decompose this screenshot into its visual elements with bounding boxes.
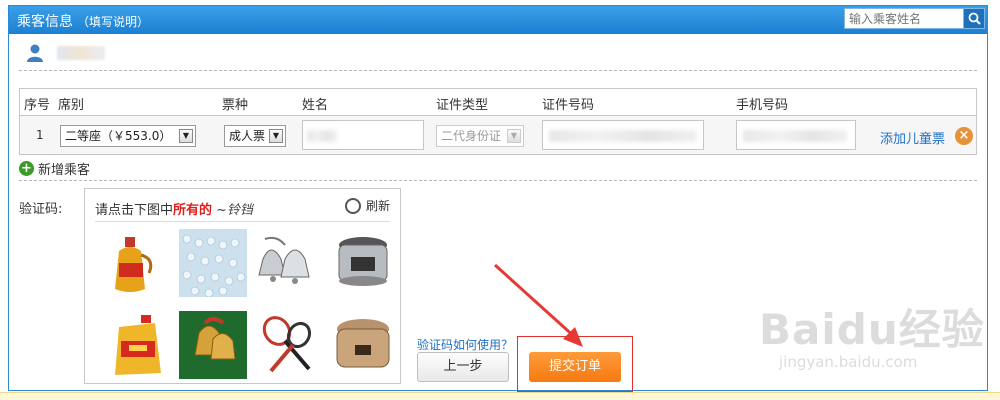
panel-header: 乘客信息 （填写说明）: [9, 6, 987, 34]
saved-passenger-name[interactable]: [57, 46, 105, 60]
passenger-search-input[interactable]: [844, 8, 964, 29]
captcha-tile-beads[interactable]: [179, 229, 247, 297]
id-number-input[interactable]: [542, 120, 704, 150]
ticket-type-value: 成人票: [229, 129, 266, 143]
name-input-value: [307, 130, 337, 142]
captcha-prompt-prefix: 请点击下图中: [95, 203, 174, 218]
plus-icon: +: [19, 161, 34, 176]
add-child-ticket-link[interactable]: 添加儿童票: [880, 128, 945, 147]
watermark-brand: Baidu经验: [759, 305, 985, 354]
captcha-tile-tennis-rackets[interactable]: [255, 311, 323, 379]
passenger-search: [844, 8, 985, 29]
chevron-down-icon: ▼: [507, 129, 521, 143]
passenger-info-panel: 乘客信息 （填写说明） 序号 席别 票种 姓名 证件类型 证件号码 手机号码 1 …: [8, 5, 988, 392]
passenger-table-header: 序号 席别 票种 姓名 证件类型 证件号码 手机号码: [19, 88, 977, 115]
saved-passenger-row: [25, 42, 105, 64]
captcha-box: 请点击下图中所有的 ~铃铛 刷新: [84, 188, 401, 384]
fill-instructions-link[interactable]: （填写说明）: [77, 15, 149, 29]
col-ticket-type: 票种: [222, 98, 249, 113]
search-button[interactable]: [964, 8, 985, 29]
captcha-tile-silver-bells[interactable]: [255, 229, 323, 297]
add-passenger-button[interactable]: + 新增乘客: [19, 159, 90, 178]
search-icon: [968, 12, 981, 25]
phone-value: [743, 130, 847, 142]
seat-select[interactable]: 二等座（￥553.0） ▼: [60, 125, 196, 147]
chevron-down-icon: ▼: [269, 129, 283, 143]
user-icon: [27, 44, 43, 62]
annotation-arrow: [493, 263, 583, 347]
col-phone: 手机号码: [736, 98, 789, 113]
chevron-down-icon: ▼: [179, 129, 193, 143]
col-id-number: 证件号码: [542, 98, 595, 113]
col-seat: 席别: [58, 98, 85, 113]
phone-input[interactable]: [736, 120, 856, 150]
submit-order-button[interactable]: 提交订单: [529, 352, 621, 382]
col-id-type: 证件类型: [436, 98, 489, 113]
divider: [19, 180, 977, 181]
baidu-watermark: Baidu经验 jingyan.baidu.com: [759, 296, 985, 371]
captcha-prompt-emphasis: 所有的: [173, 203, 213, 218]
captcha-divider: [95, 221, 390, 222]
captcha-label: 验证码:: [19, 202, 63, 217]
name-input[interactable]: [302, 120, 424, 150]
id-type-select[interactable]: 二代身份证 ▼: [436, 125, 524, 147]
row-index: 1: [36, 128, 44, 142]
add-passenger-label: 新增乘客: [38, 163, 91, 178]
captcha-tile-oil-bottle[interactable]: [105, 229, 173, 297]
col-index: 序号: [24, 98, 51, 113]
refresh-label: 刷新: [365, 199, 390, 213]
prev-step-button[interactable]: 上一步: [417, 352, 509, 382]
id-type-value: 二代身份证: [441, 129, 502, 143]
col-name: 姓名: [302, 98, 329, 113]
remove-passenger-icon[interactable]: ×: [955, 127, 973, 145]
divider: [19, 70, 977, 71]
captcha-tile-oil-jug[interactable]: [105, 311, 173, 379]
captcha-prompt: 请点击下图中所有的 ~铃铛: [95, 199, 253, 218]
captcha-target-word: ~铃铛: [216, 203, 253, 218]
panel-title: 乘客信息 （填写说明）: [17, 11, 149, 31]
panel-title-text: 乘客信息: [17, 14, 73, 30]
refresh-icon: [344, 197, 361, 214]
ticket-type-select[interactable]: 成人票 ▼: [224, 125, 286, 147]
seat-select-value: 二等座（￥553.0）: [65, 129, 172, 143]
captcha-tile-rice-cooker[interactable]: [329, 311, 397, 379]
passenger-row: 1 二等座（￥553.0） ▼ 成人票 ▼ 二代身份证 ▼ 添加儿童票 ×: [19, 115, 977, 155]
id-number-value: [549, 130, 697, 142]
captcha-refresh-button[interactable]: 刷新: [344, 197, 390, 214]
captcha-tile-pressure-cooker[interactable]: [329, 229, 397, 297]
notice-strip: [0, 392, 1000, 400]
captcha-tile-christmas-bells[interactable]: [179, 311, 247, 379]
